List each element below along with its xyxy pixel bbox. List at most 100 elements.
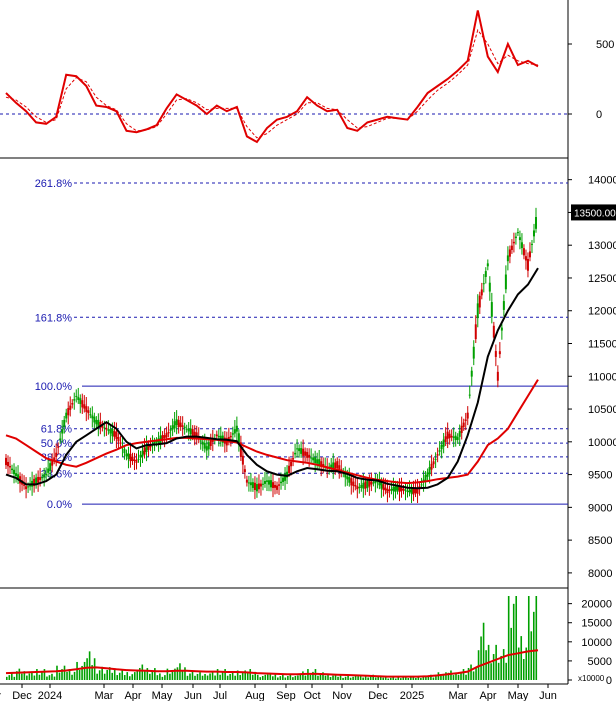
volume-bar <box>26 675 28 680</box>
volume-bar <box>209 673 211 680</box>
candle-body <box>91 415 94 419</box>
candle-body <box>115 431 118 439</box>
volume-bar <box>36 669 38 680</box>
candle-body <box>354 485 357 487</box>
volume-bar <box>221 671 224 680</box>
candle-body <box>530 243 533 245</box>
candle-body <box>111 429 114 437</box>
candle-body <box>316 459 319 464</box>
price-tick-label-2: 13000 <box>588 240 616 252</box>
volume-bar <box>289 674 292 680</box>
volume-bar <box>500 655 502 680</box>
volume-bar <box>201 675 204 680</box>
candle-body <box>143 447 146 455</box>
volume-bar <box>38 674 41 680</box>
candle-body <box>486 263 489 267</box>
candle-body <box>73 399 76 401</box>
volume-bar <box>324 675 327 680</box>
candle-body <box>257 483 260 490</box>
x-tick-label-7: Jul <box>213 690 227 701</box>
volume-bar <box>512 603 515 680</box>
candle-body <box>494 351 497 357</box>
volume-bar <box>118 672 121 680</box>
candle-body <box>261 483 264 485</box>
candle-body <box>133 459 136 461</box>
volume-bar <box>8 675 11 680</box>
candle-body <box>79 398 82 405</box>
volume-bar <box>492 654 495 680</box>
candle-body <box>109 429 112 434</box>
candle-body <box>171 425 174 430</box>
volume-bar <box>302 671 304 680</box>
candle-body <box>366 480 369 489</box>
volume-bar <box>78 669 81 680</box>
candle-body <box>304 451 307 456</box>
volume-bar <box>249 669 252 680</box>
volume-bar <box>520 636 523 680</box>
volume-bar <box>304 675 307 680</box>
volume-bar <box>337 676 339 680</box>
volume-bar <box>522 659 525 680</box>
fib-label-0: 261.8% <box>35 178 73 190</box>
price-y-axis: 1400013500130001250012000115001100010500… <box>568 175 616 580</box>
osc-signal-line <box>5 28 539 139</box>
volume-bar <box>507 596 510 680</box>
fib-label-7: 0.0% <box>47 499 72 511</box>
price-tick-label-3: 12500 <box>588 273 616 285</box>
volume-bar <box>339 675 342 680</box>
candle-body <box>516 232 519 234</box>
candle-body <box>464 419 467 421</box>
candle-body <box>522 248 525 256</box>
volume-bar <box>33 675 36 680</box>
volume-bar <box>159 673 161 680</box>
volume-bar <box>83 661 86 680</box>
volume-bar <box>161 676 164 680</box>
candle-body <box>201 441 204 445</box>
candle-body <box>229 435 232 438</box>
volume-bar <box>462 669 465 680</box>
candle-body <box>490 302 493 317</box>
candle-body <box>245 479 248 483</box>
candle-body <box>408 489 411 493</box>
candle-body <box>482 283 485 285</box>
candle-body <box>177 419 180 428</box>
volume-bar <box>151 670 154 680</box>
candle-body <box>454 435 457 441</box>
volume-bar <box>357 676 359 680</box>
candle-body <box>113 431 116 437</box>
candle-body <box>440 444 443 450</box>
volume-bar <box>149 673 151 680</box>
volume-bar <box>96 673 98 680</box>
volume-bar <box>196 673 199 680</box>
candle-body <box>294 452 297 455</box>
volume-y-axis: 20000 15000 10000 5000 0x10000 <box>568 599 612 687</box>
candle-body <box>310 457 313 459</box>
volume-bar <box>103 673 106 680</box>
candle-body <box>191 429 194 437</box>
price-tick-label-11: 8500 <box>588 535 612 547</box>
candle-body <box>392 486 395 492</box>
volume-bar <box>407 677 410 680</box>
price-tick-label-12: 8000 <box>588 568 612 580</box>
candle-body <box>123 448 126 454</box>
volume-bar <box>111 672 113 680</box>
candle-body <box>424 474 427 481</box>
volume-bar <box>465 674 467 680</box>
volume-bar <box>169 673 171 680</box>
candle-body <box>348 476 351 483</box>
candle-body <box>524 256 527 261</box>
candle-body <box>193 431 196 437</box>
candle-body <box>27 486 30 488</box>
candle-body <box>334 462 337 469</box>
candle-body <box>404 489 407 492</box>
volume-bar <box>113 669 116 680</box>
candle-body <box>460 425 463 433</box>
candle-body <box>95 419 98 425</box>
candle-body <box>267 480 270 485</box>
x-axis: ov Dec 2024 Mar Apr May Jun Jul Aug Sep Oct Nov Dec 2… <box>0 684 557 701</box>
current-price-tag: 13500.00 <box>571 204 616 221</box>
candle-body <box>512 241 515 244</box>
candle-body <box>241 455 244 465</box>
candle-body <box>382 484 385 490</box>
vol-multiplier-label: x10000 <box>578 674 605 683</box>
